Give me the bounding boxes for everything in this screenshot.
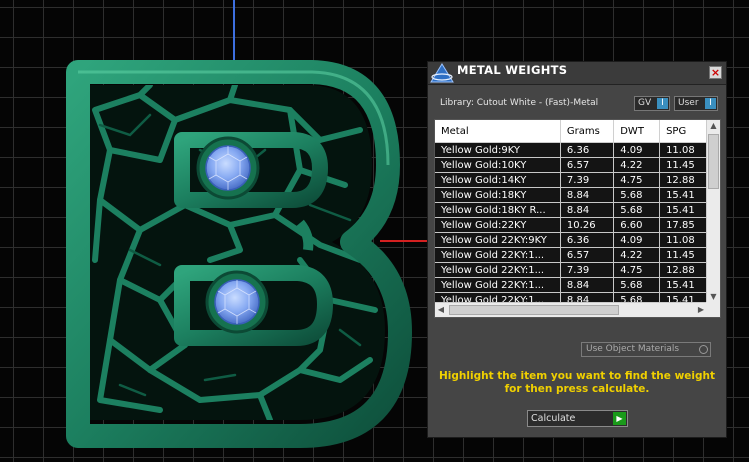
table-row[interactable]: Yellow Gold:18KY R... 8.84 5.68 15.41 [435,202,707,218]
app-logo-icon [430,63,454,83]
cell-spg: 15.41 [659,277,707,293]
use-object-materials-toggle[interactable]: Use Object Materials [581,342,711,357]
cell-spg: 12.88 [659,262,707,278]
cell-grams: 6.36 [560,232,615,248]
table-row[interactable]: Yellow Gold:9KY 6.36 4.09 11.08 [435,142,707,158]
close-icon[interactable]: × [709,66,722,79]
cell-metal: Yellow Gold:18KY [435,187,561,203]
cell-dwt: 4.75 [613,172,661,188]
cell-spg: 11.45 [659,247,707,263]
cell-grams: 6.57 [560,247,615,263]
gv-label: GV [638,98,652,108]
toggle-knob-icon: I [657,98,668,109]
table-row[interactable]: Yellow Gold:14KY 7.39 4.75 12.88 [435,172,707,188]
metal-weights-panel: METAL WEIGHTS × Library: Cutout White - … [427,61,727,438]
cell-grams: 6.36 [560,142,615,158]
column-header-dwt[interactable]: DWT [613,120,661,143]
cell-dwt: 5.68 [613,202,661,218]
column-header-spg[interactable]: SPG [659,120,707,143]
scrollbar-corner [706,302,720,317]
table-row[interactable]: Yellow Gold 22KY:1... 8.84 5.68 15.41 [435,277,707,293]
cell-dwt: 4.22 [613,247,661,263]
panel-title-bar[interactable]: METAL WEIGHTS × [428,62,726,85]
cell-dwt: 5.68 [613,277,661,293]
table-row[interactable]: Yellow Gold:10KY 6.57 4.22 11.45 [435,157,707,173]
play-icon: ▶ [613,412,626,425]
cell-spg: 11.08 [659,142,707,158]
3d-viewport[interactable]: METAL WEIGHTS × Library: Cutout White - … [0,0,749,462]
cell-metal: Yellow Gold:9KY [435,142,561,158]
table-header-row: Metal Grams DWT SPG [435,120,707,143]
scroll-up-icon[interactable]: ▲ [707,120,720,132]
cell-metal: Yellow Gold:18KY R... [435,202,561,218]
cell-dwt: 4.75 [613,262,661,278]
cell-metal: Yellow Gold 22KY:9KY [435,232,561,248]
library-label: Library: Cutout White - (Fast)-Metal [440,98,599,108]
cell-dwt: 5.68 [613,187,661,203]
instructions-line-1: Highlight the item you want to find the … [439,370,715,382]
user-toggle[interactable]: User I [674,96,718,111]
table-row[interactable]: Yellow Gold 22KY:9KY 6.36 4.09 11.08 [435,232,707,248]
cell-grams: 7.39 [560,262,615,278]
column-header-grams[interactable]: Grams [560,120,615,143]
cell-dwt: 4.09 [613,232,661,248]
scroll-left-icon[interactable]: ◀ [435,303,447,317]
toggle-knob-icon: I [705,98,716,109]
cell-grams: 8.84 [560,187,615,203]
calculate-label: Calculate [531,413,576,424]
use-object-materials-label: Use Object Materials [586,344,680,354]
cell-dwt: 4.09 [613,142,661,158]
cell-metal: Yellow Gold 22KY:1... [435,277,561,293]
radio-icon [699,345,708,354]
horizontal-scrollbar[interactable]: ◀ ▶ [435,302,707,317]
cell-metal: Yellow Gold:10KY [435,157,561,173]
gv-toggle[interactable]: GV I [634,96,670,111]
table-row[interactable]: Yellow Gold 22KY:1... 7.39 4.75 12.88 [435,262,707,278]
panel-title: METAL WEIGHTS [457,63,568,77]
cell-metal: Yellow Gold 22KY:1... [435,247,561,263]
cell-spg: 12.88 [659,172,707,188]
table-row[interactable]: Yellow Gold:18KY 8.84 5.68 15.41 [435,187,707,203]
table-row[interactable]: Yellow Gold 22KY:1... 6.57 4.22 11.45 [435,247,707,263]
cell-grams: 6.57 [560,157,615,173]
cell-spg: 17.85 [659,217,707,233]
cell-dwt: 4.22 [613,157,661,173]
cell-metal: Yellow Gold:22KY [435,217,561,233]
cell-grams: 8.84 [560,202,615,218]
vertical-scrollbar[interactable]: ▲ ▼ [706,120,720,303]
cell-spg: 15.41 [659,202,707,218]
cell-spg: 11.45 [659,157,707,173]
calculate-button[interactable]: Calculate ▶ [527,410,628,427]
table-row[interactable]: Yellow Gold:22KY 10.26 6.60 17.85 [435,217,707,233]
cell-spg: 15.41 [659,187,707,203]
cell-spg: 11.08 [659,232,707,248]
instructions-line-2: for then press calculate. [504,383,650,395]
cell-grams: 8.84 [560,277,615,293]
cell-grams: 7.39 [560,172,615,188]
metal-weights-table[interactable]: Metal Grams DWT SPG Yellow Gold:9KY 6.36… [434,119,721,318]
user-label: User [678,98,699,108]
cell-grams: 10.26 [560,217,615,233]
cell-metal: Yellow Gold:14KY [435,172,561,188]
cell-dwt: 6.60 [613,217,661,233]
column-header-metal[interactable]: Metal [435,120,561,143]
instructions-text: Highlight the item you want to find the … [428,370,726,396]
vertical-scroll-thumb[interactable] [708,134,719,189]
cell-metal: Yellow Gold 22KY:1... [435,262,561,278]
horizontal-scroll-thumb[interactable] [449,305,619,315]
